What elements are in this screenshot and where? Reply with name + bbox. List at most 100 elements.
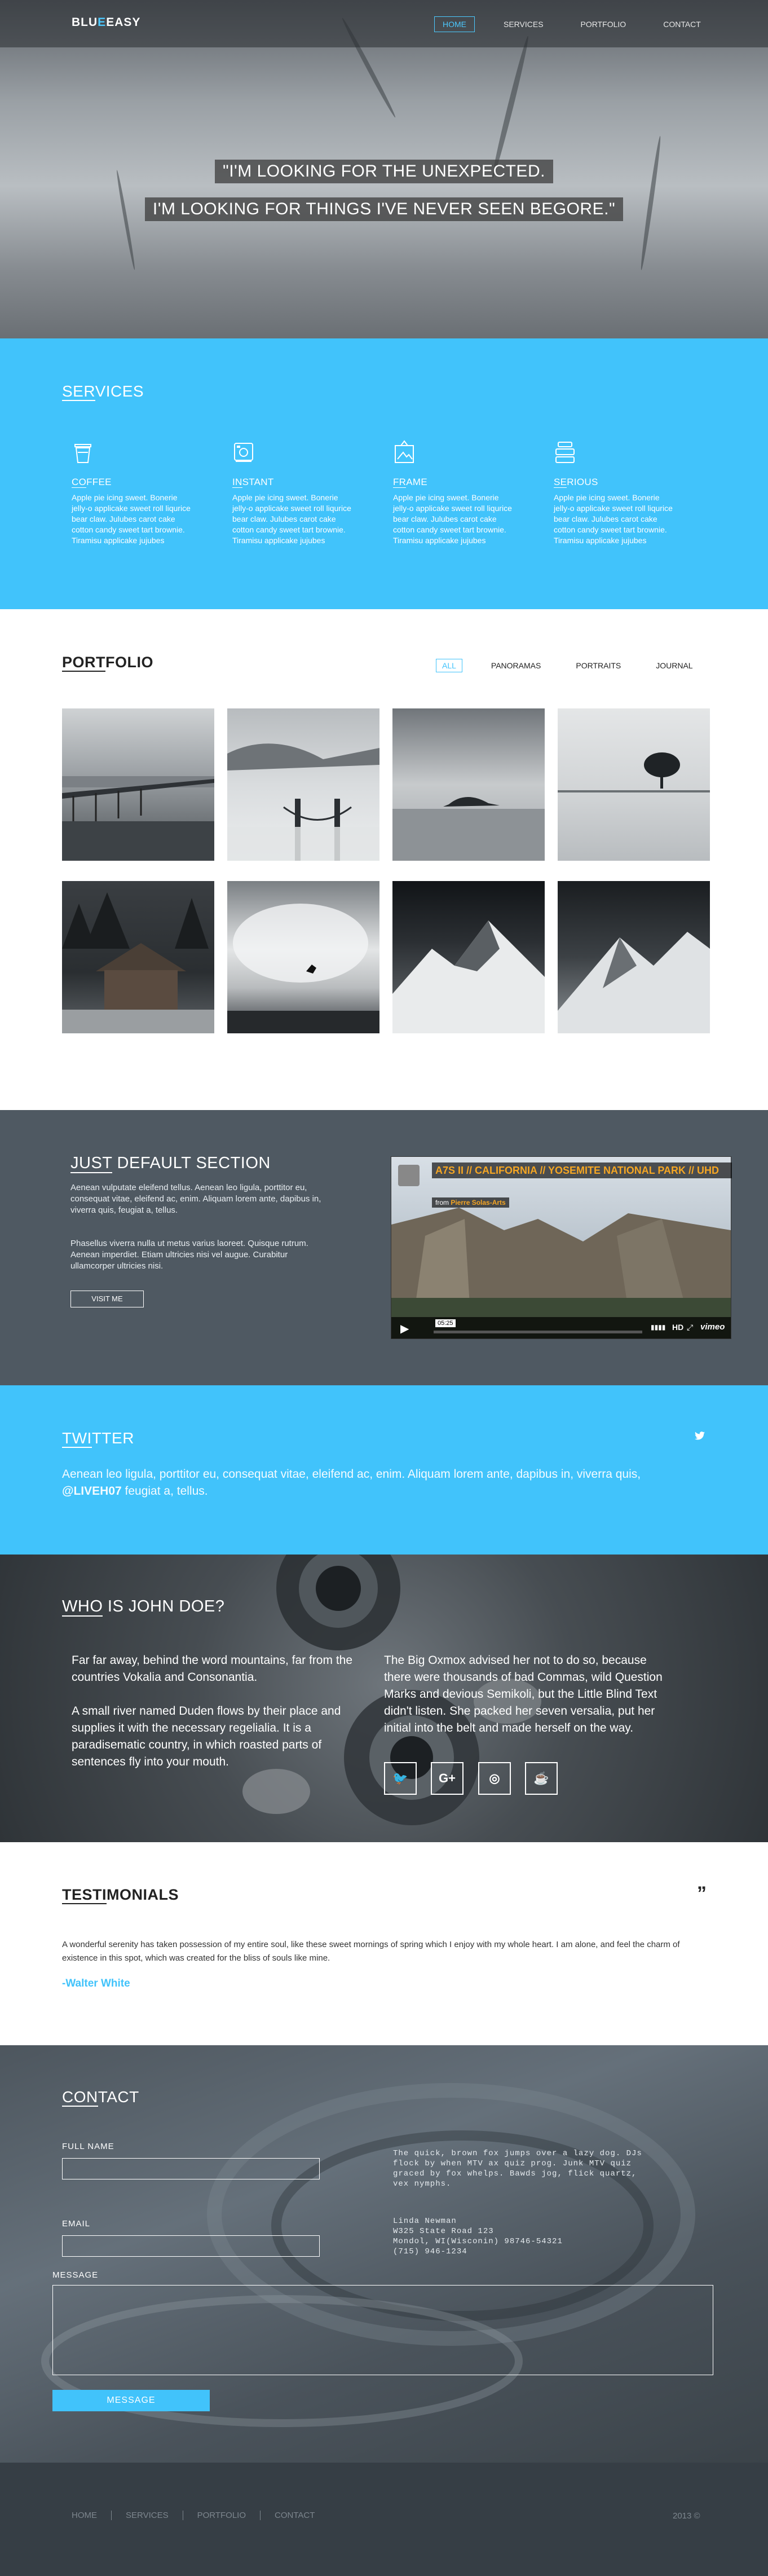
filter-portraits[interactable]: PORTRAITS [570, 659, 627, 672]
service-coffee: COFFEE Apple pie icing sweet. Bonerie je… [72, 440, 196, 546]
portfolio-item-tree[interactable] [558, 708, 710, 861]
email-label: EMAIL [62, 2219, 91, 2229]
hero-quote-line-2: I'M LOOKING FOR THINGS I'VE NEVER SEEN B… [0, 197, 768, 221]
service-title: COFFEE [72, 477, 112, 488]
social-google-plus-button[interactable]: G+ [431, 1762, 464, 1795]
vimeo-logo[interactable]: vimeo [700, 1322, 725, 1332]
testimonial-author[interactable]: -Walter White [62, 1978, 130, 1990]
service-title: FRAME [393, 477, 428, 488]
dribbble-icon: ◎ [489, 1771, 500, 1785]
twitter-title: TWITTER [62, 1429, 134, 1448]
about-paragraph: Far far away, behind the word mountains,… [72, 1654, 353, 1684]
footer-nav-services[interactable]: SERVICES [126, 2511, 183, 2520]
default-section: JUST DEFAULT SECTION Aenean vulputate el… [0, 1110, 768, 1385]
bridge-image [227, 743, 379, 861]
top-navbar: BLUEEASY HOME SERVICES PORTFOLIO CONTACT [0, 0, 768, 47]
visit-me-button[interactable]: VISIT ME [70, 1291, 144, 1307]
services-title: SERVICES [62, 382, 144, 401]
hero-quote-line-1: "I'M LOOKING FOR THE UNEXPECTED. [0, 160, 768, 183]
tweet-handle[interactable]: @LIVEH07 [62, 1485, 122, 1498]
address-line: Mondol, WI(Wisconin) 98746-54321 [393, 2237, 563, 2246]
social-coffee-button[interactable]: ☕ [525, 1762, 558, 1795]
about-paragraph: The Big Oxmox advised her not to do so, … [384, 1654, 663, 1734]
hero-section: BLUEEASY HOME SERVICES PORTFOLIO CONTACT… [0, 0, 768, 338]
testimonial-text: A wonderful serenity has taken possessio… [62, 1940, 680, 1963]
about-paragraph: A small river named Duden flows by their… [72, 1705, 341, 1768]
video-progress[interactable] [434, 1331, 642, 1333]
fullscreen-icon[interactable]: ⤢ [687, 1323, 693, 1332]
camera-icon [234, 443, 253, 462]
surfer-image [227, 904, 379, 1033]
footer-nav-portfolio[interactable]: PORTFOLIO [197, 2511, 261, 2520]
service-text: Apple pie icing sweet. Bonerie jelly-o a… [554, 493, 673, 545]
service-text: Apple pie icing sweet. Bonerie jelly-o a… [393, 493, 512, 545]
service-title: INSTANT [232, 477, 274, 488]
filter-all[interactable]: ALL [436, 659, 462, 672]
full-name-input[interactable] [62, 2158, 320, 2179]
frame-icon [395, 440, 414, 463]
email-input[interactable] [62, 2235, 320, 2257]
island-image [392, 796, 545, 861]
testimonials-title: TESTIMONIALS [62, 1886, 179, 1904]
tree-image [558, 752, 710, 792]
video-byline: from Pierre Solas-Arts [432, 1197, 509, 1208]
social-twitter-button[interactable]: 🐦 [384, 1762, 417, 1795]
coffee-cup-icon [74, 444, 91, 463]
nav-portfolio[interactable]: PORTFOLIO [572, 16, 635, 32]
portfolio-item-peaks[interactable] [392, 881, 545, 1033]
video-time: 05:25 [435, 1319, 456, 1327]
peaks-image [392, 921, 545, 1033]
about-column-left: Far far away, behind the word mountains,… [72, 1652, 354, 1771]
footer-nav-contact[interactable]: CONTACT [275, 2511, 329, 2520]
portfolio-item-pier[interactable] [62, 708, 214, 861]
video-frame-image [391, 1157, 731, 1338]
play-icon[interactable]: ▶ [400, 1322, 409, 1336]
contact-address: Linda Newman W325 State Road 123 Mondol,… [393, 2216, 652, 2257]
site-logo[interactable]: BLUEEASY [72, 16, 140, 29]
about-column-right: The Big Oxmox advised her not to do so, … [384, 1652, 666, 1737]
portfolio-item-cabin[interactable] [62, 881, 214, 1033]
portfolio-title: PORTFOLIO [62, 654, 154, 672]
portfolio-filters: ALL PANORAMAS PORTRAITS JOURNAL [436, 659, 722, 672]
full-name-label: FULL NAME [62, 2142, 114, 2151]
hd-badge[interactable]: HD [672, 1323, 683, 1332]
portfolio-item-bridge[interactable] [227, 708, 379, 861]
address-line: Linda Newman [393, 2217, 457, 2226]
stack-icon [555, 442, 575, 463]
nav-services[interactable]: SERVICES [495, 16, 552, 32]
social-dribbble-button[interactable]: ◎ [478, 1762, 511, 1795]
footer: HOME SERVICES PORTFOLIO CONTACT 2013 © [0, 2463, 768, 2576]
twitter-section: TWITTER Aenean leo ligula, porttitor eu,… [0, 1385, 768, 1555]
volume-icon[interactable]: ▮▮▮▮ [651, 1323, 665, 1331]
footer-nav: HOME SERVICES PORTFOLIO CONTACT [72, 2511, 343, 2520]
portfolio-item-island[interactable] [392, 708, 545, 861]
service-text: Apple pie icing sweet. Bonerie jelly-o a… [72, 493, 191, 545]
nav-home[interactable]: HOME [434, 16, 475, 32]
video-title[interactable]: A7S II // CALIFORNIA // YOSEMITE NATIONA… [432, 1162, 732, 1178]
message-textarea[interactable] [52, 2285, 713, 2375]
service-text: Apple pie icing sweet. Bonerie jelly-o a… [232, 493, 351, 545]
nav-contact[interactable]: CONTACT [655, 16, 709, 32]
testimonials-section: TESTIMONIALS ” A wonderful serenity has … [0, 1842, 768, 2045]
google-plus-icon: G+ [439, 1771, 456, 1785]
video-player[interactable]: A7S II // CALIFORNIA // YOSEMITE NATIONA… [391, 1156, 732, 1339]
footer-nav-home[interactable]: HOME [72, 2511, 112, 2520]
grass-stalk [489, 35, 531, 179]
quote-icon: ” [697, 1883, 707, 1904]
portfolio-item-surfer[interactable] [227, 881, 379, 1033]
video-author-avatar[interactable] [398, 1165, 420, 1186]
filter-journal[interactable]: JOURNAL [650, 659, 699, 672]
contact-blurb: The quick, brown fox jumps over a lazy d… [393, 2149, 642, 2189]
cabin-image [62, 892, 214, 1033]
service-frame: FRAME Apple pie icing sweet. Bonerie jel… [393, 440, 517, 546]
default-section-title: JUST DEFAULT SECTION [70, 1154, 271, 1173]
twitter-bird-icon[interactable] [695, 1432, 705, 1440]
service-title: SERIOUS [554, 477, 598, 488]
address-line: (715) 946-1234 [393, 2247, 467, 2256]
send-message-button[interactable]: MESSAGE [52, 2390, 210, 2411]
service-instant: INSTANT Apple pie icing sweet. Bonerie j… [232, 440, 356, 546]
default-paragraph-1: Aenean vulputate eleifend tellus. Aenean… [70, 1183, 321, 1215]
filter-panoramas[interactable]: PANORAMAS [485, 659, 547, 672]
mountain-image [558, 932, 710, 1033]
portfolio-item-mountain[interactable] [558, 881, 710, 1033]
